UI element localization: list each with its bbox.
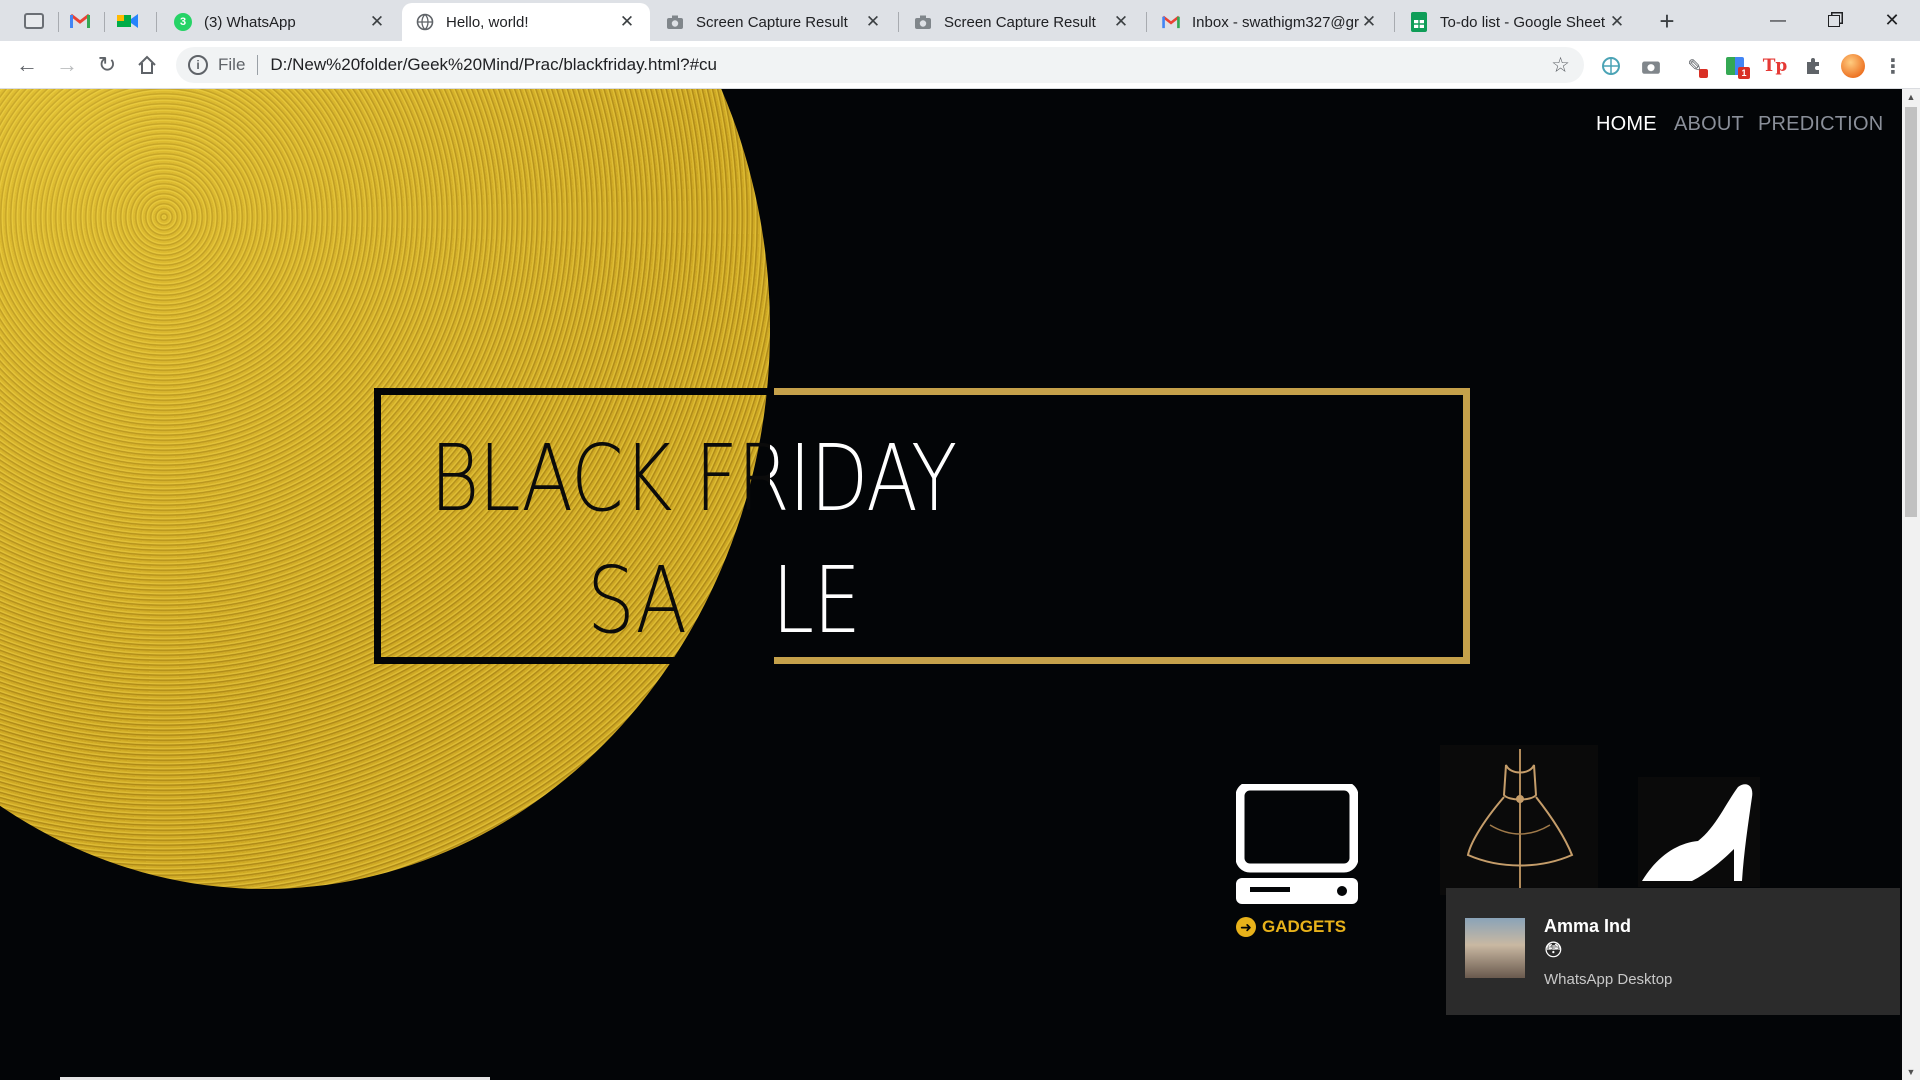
tab-gmail-inbox[interactable]: Inbox - swathigm327@gr ✕ <box>1148 3 1392 41</box>
browser-toolbar: ← → ↻ i File D:/New%20folder/Geek%20Mind… <box>0 41 1920 89</box>
close-icon[interactable]: ✕ <box>864 12 882 32</box>
tab-screen-capture-1[interactable]: Screen Capture Result ✕ <box>652 3 896 41</box>
address-bar[interactable]: i File D:/New%20folder/Geek%20Mind/Prac/… <box>176 47 1584 83</box>
arrow-right-icon: → <box>56 52 78 77</box>
computer-icon <box>1235 781 1359 904</box>
headline-line2-left: SA <box>587 547 687 654</box>
pinned-tab-app[interactable] <box>16 6 52 36</box>
translate-ext-icon[interactable]: 1 <box>1722 53 1750 79</box>
minimize-button[interactable]: — <box>1750 0 1806 41</box>
tp-ext-icon[interactable]: Tp <box>1762 53 1788 79</box>
tab-strip: 3 (3) WhatsApp ✕ Hello, world! ✕ Screen … <box>0 0 1920 41</box>
camera-icon <box>666 13 684 31</box>
contact-avatar <box>1465 918 1525 978</box>
restore-icon <box>1828 14 1840 27</box>
tab-title: Screen Capture Result <box>696 13 848 31</box>
scroll-down-icon[interactable]: ▼ <box>1902 1064 1920 1080</box>
gadgets-label: GADGETS <box>1262 917 1347 936</box>
back-button[interactable]: ← <box>12 50 42 80</box>
home-button[interactable] <box>132 50 162 80</box>
footwear-category[interactable] <box>1638 777 1760 887</box>
gadgets-link[interactable]: ➜ GADGETS <box>1236 917 1346 937</box>
scroll-up-icon[interactable]: ▲ <box>1902 89 1920 105</box>
close-icon[interactable]: ✕ <box>368 12 386 32</box>
tab-title: Inbox - swathigm327@gr <box>1192 13 1359 31</box>
tab-google-sheets[interactable]: To-do list - Google Sheet ✕ <box>1396 3 1640 41</box>
headline-line1-light: BLACK FRIDAY <box>770 425 957 532</box>
close-icon[interactable]: ✕ <box>618 12 636 32</box>
close-icon: ✕ <box>1884 10 1900 30</box>
info-icon[interactable]: i <box>188 55 208 75</box>
profile-avatar[interactable] <box>1840 53 1866 79</box>
gadgets-category[interactable] <box>1235 781 1359 911</box>
scroll-thumb[interactable] <box>1905 107 1917 517</box>
fashion-category[interactable] <box>1440 745 1598 895</box>
tab-title: To-do list - Google Sheet <box>1440 13 1606 31</box>
notification-app: WhatsApp Desktop <box>1544 971 1673 988</box>
tab-hello-world[interactable]: Hello, world! ✕ <box>402 3 650 41</box>
whatsapp-icon: 3 <box>174 13 192 31</box>
tab-whatsapp[interactable]: 3 (3) WhatsApp ✕ <box>160 3 400 41</box>
reload-icon: ↻ <box>97 52 117 77</box>
tab-title: (3) WhatsApp <box>204 13 296 31</box>
tab-title: Screen Capture Result <box>944 13 1096 31</box>
url-scheme: File <box>218 55 246 74</box>
google-sheets-icon <box>1410 12 1428 32</box>
headline-line2-right: LE <box>772 547 861 654</box>
high-heel-icon <box>1642 784 1753 881</box>
gmail-icon <box>70 13 90 28</box>
pinned-tab-gmail[interactable] <box>62 6 98 36</box>
pinned-tab-meet[interactable] <box>110 6 146 36</box>
tab-screen-capture-2[interactable]: Screen Capture Result ✕ <box>900 3 1144 41</box>
pinned-app-icon <box>24 13 44 29</box>
forward-button[interactable]: → <box>52 50 82 80</box>
globe-ext-icon[interactable] <box>1598 53 1624 79</box>
nav-prediction[interactable]: PREDICTION <box>1758 113 1883 136</box>
gmail-icon <box>1162 13 1180 31</box>
menu-icon[interactable]: ⋮ <box>1880 53 1906 79</box>
close-window-button[interactable]: ✕ <box>1864 0 1920 41</box>
nav-about[interactable]: ABOUT <box>1674 113 1744 136</box>
dress-icon <box>1466 749 1574 892</box>
notification-message: 😳 <box>1544 940 1563 960</box>
minimize-icon: — <box>1770 11 1786 29</box>
url-text[interactable]: D:/New%20folder/Geek%20Mind/Prac/blackfr… <box>270 55 717 75</box>
close-icon[interactable]: ✕ <box>1608 12 1626 32</box>
tools-ext-icon[interactable]: ✎ <box>1682 53 1708 79</box>
arrow-left-icon: ← <box>16 52 38 77</box>
google-meet-icon <box>117 14 138 28</box>
arrow-circle-right-icon: ➜ <box>1236 917 1256 937</box>
camera-ext-icon[interactable] <box>1638 53 1664 79</box>
close-icon[interactable]: ✕ <box>1112 12 1130 32</box>
restore-button[interactable] <box>1806 0 1862 41</box>
reload-button[interactable]: ↻ <box>92 50 122 80</box>
globe-icon <box>416 13 434 31</box>
puzzle-ext-icon[interactable] <box>1800 53 1826 79</box>
whatsapp-notification[interactable]: Amma Ind 😳 WhatsApp Desktop <box>1446 888 1900 1015</box>
notification-sender: Amma Ind <box>1544 916 1632 936</box>
home-icon <box>138 55 156 74</box>
new-tab-button[interactable]: + <box>1652 6 1682 36</box>
plus-icon: + <box>1659 5 1675 36</box>
close-icon[interactable]: ✕ <box>1360 12 1378 32</box>
page-scrollbar[interactable]: ▲ ▼ <box>1902 89 1920 1080</box>
headline-line1: BLACK FRIDAY <box>430 425 770 532</box>
tab-title: Hello, world! <box>446 13 529 31</box>
camera-icon <box>914 13 932 31</box>
bookmark-star-icon[interactable]: ☆ <box>1551 53 1570 78</box>
